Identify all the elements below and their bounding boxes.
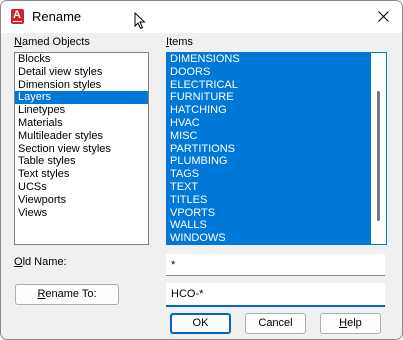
help-button[interactable]: Help	[320, 313, 381, 334]
named-object-item[interactable]: Multileader styles	[15, 130, 148, 143]
named-object-item[interactable]: Viewports	[15, 194, 148, 207]
named-objects-label: Named Objects	[14, 36, 90, 48]
mouse-cursor-icon	[134, 12, 146, 30]
item-entry[interactable]: DIMENSIONS	[167, 53, 386, 66]
item-entry[interactable]: MISC	[167, 130, 386, 143]
named-object-item[interactable]: Dimension styles	[15, 79, 148, 92]
cancel-button[interactable]: Cancel	[245, 313, 306, 334]
named-object-item[interactable]: Text styles	[15, 168, 148, 181]
named-object-item[interactable]: Section view styles	[15, 143, 148, 156]
item-entry[interactable]: TITLES	[167, 194, 386, 207]
named-object-item[interactable]: UCSs	[15, 181, 148, 194]
item-entry[interactable]: WINDOWS	[167, 232, 386, 244]
item-entry[interactable]: DOORS	[167, 66, 386, 79]
items-label: Items	[166, 36, 193, 48]
item-entry[interactable]: TAGS	[167, 168, 386, 181]
ok-button[interactable]: OK	[170, 313, 231, 334]
close-button[interactable]	[366, 1, 402, 33]
old-name-label: Old Name:	[14, 256, 67, 268]
item-entry[interactable]: ELECTRICAL	[167, 79, 386, 92]
item-entry[interactable]: PLUMBING	[167, 155, 386, 168]
rename-to-field[interactable]: HCO-*	[166, 283, 385, 307]
item-entry[interactable]: PARTITIONS	[167, 143, 386, 156]
item-entry[interactable]: FURNITURE	[167, 91, 386, 104]
items-listbox[interactable]: DIMENSIONS DOORS ELECTRICAL FURNITURE HATCHI…	[166, 52, 387, 245]
named-object-item[interactable]: Detail view styles	[15, 66, 148, 79]
named-object-item[interactable]: Linetypes	[15, 104, 148, 117]
named-objects-listbox[interactable]: Blocks Detail view styles Dimension styles…	[14, 52, 149, 245]
item-entry[interactable]: VPORTS	[167, 207, 386, 220]
named-object-item[interactable]: Materials	[15, 117, 148, 130]
item-entry[interactable]: HVAC	[167, 117, 386, 130]
autocad-app-icon: A	[11, 9, 24, 24]
scrollbar-thumb[interactable]	[377, 91, 380, 221]
named-object-item[interactable]: Blocks	[15, 53, 148, 66]
title-bar: A Rename	[1, 1, 402, 33]
close-icon	[378, 11, 389, 22]
named-object-item[interactable]: Table styles	[15, 155, 148, 168]
named-object-item[interactable]: Layers	[15, 91, 148, 105]
window-title: Rename	[32, 9, 82, 24]
item-entry[interactable]: WALLS	[167, 219, 386, 232]
items-scrollbar[interactable]	[371, 53, 386, 244]
item-entry[interactable]: HATCHING	[167, 104, 386, 117]
old-name-field[interactable]: *	[166, 254, 385, 276]
item-entry[interactable]: TEXT	[167, 181, 386, 194]
rename-to-button[interactable]: Rename To:	[15, 284, 119, 305]
named-object-item[interactable]: Views	[15, 207, 148, 220]
rename-dialog: A Rename Named Objects Items Blocks Detai…	[0, 0, 403, 340]
